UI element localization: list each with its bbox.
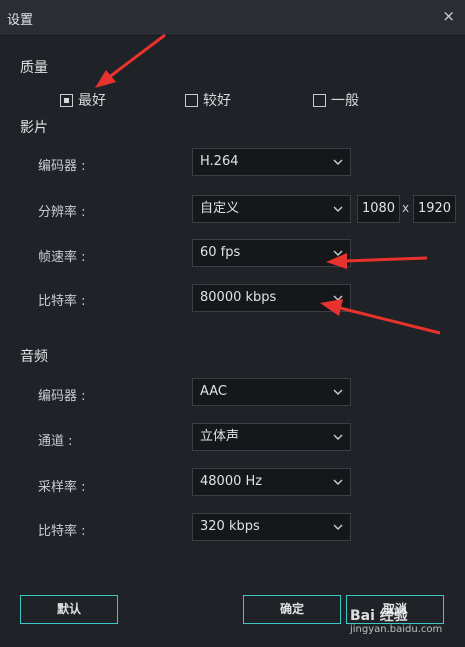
quality-option-label: 较好: [203, 93, 231, 109]
resolution-label: 分辨率 :: [38, 205, 86, 220]
checkbox-icon[interactable]: [185, 93, 198, 107]
watermark-url: jingyan.baidu.com: [350, 624, 443, 635]
chevron-down-icon: [333, 250, 343, 256]
audio-encoder-select[interactable]: AAC: [192, 378, 351, 406]
video-bitrate-select[interactable]: 80000 kbps: [192, 284, 351, 312]
channel-label: 通道 :: [38, 434, 73, 449]
resolution-separator: x: [402, 201, 410, 215]
audio-encoder-label: 编码器 :: [38, 389, 86, 404]
audio-bitrate-label: 比特率 :: [38, 524, 86, 539]
select-value: 自定义: [200, 201, 240, 216]
checkbox-icon[interactable]: [313, 93, 326, 107]
framerate-select[interactable]: 60 fps: [192, 239, 351, 267]
quality-option-label: 最好: [78, 93, 106, 109]
framerate-label: 帧速率 :: [38, 250, 86, 265]
quality-option-normal[interactable]: 一般: [313, 90, 359, 110]
resolution-select[interactable]: 自定义: [192, 195, 351, 223]
chevron-down-icon: [333, 159, 343, 165]
quality-option-good[interactable]: 较好: [185, 90, 231, 110]
quality-option-best[interactable]: 最好: [60, 90, 106, 110]
chevron-down-icon: [333, 295, 343, 301]
title-bar: 设置 ×: [0, 0, 465, 36]
audio-heading: 音频: [20, 349, 48, 365]
select-value: 60 fps: [200, 245, 241, 260]
chevron-down-icon: [333, 479, 343, 485]
video-encoder-label: 编码器 :: [38, 159, 86, 174]
annotation-arrow-icon: [95, 33, 166, 88]
audio-bitrate-select[interactable]: 320 kbps: [192, 513, 351, 541]
close-icon[interactable]: ×: [442, 7, 455, 25]
select-value: 320 kbps: [200, 519, 260, 534]
ok-button[interactable]: 确定: [243, 595, 341, 624]
video-encoder-select[interactable]: H.264: [192, 148, 351, 176]
chevron-down-icon: [333, 389, 343, 395]
select-value: H.264: [200, 154, 239, 169]
quality-option-label: 一般: [331, 93, 359, 109]
select-value: 立体声: [200, 429, 240, 444]
default-button[interactable]: 默认: [20, 595, 118, 624]
chevron-down-icon: [333, 206, 343, 212]
samplerate-select[interactable]: 48000 Hz: [192, 468, 351, 496]
watermark-brand: Bai 经验: [350, 608, 408, 624]
select-value: 80000 kbps: [200, 290, 277, 305]
resolution-width-input[interactable]: 1080: [357, 195, 400, 223]
select-value: 48000 Hz: [200, 474, 263, 489]
resolution-height-input[interactable]: 1920: [413, 195, 456, 223]
video-heading: 影片: [20, 120, 48, 136]
chevron-down-icon: [333, 524, 343, 530]
channel-select[interactable]: 立体声: [192, 423, 351, 451]
checkbox-checked-icon[interactable]: [60, 93, 73, 107]
window-title: 设置: [7, 13, 34, 28]
video-bitrate-label: 比特率 :: [38, 294, 86, 309]
quality-heading: 质量: [20, 60, 48, 76]
samplerate-label: 采样率 :: [38, 480, 86, 495]
chevron-down-icon: [333, 434, 343, 440]
select-value: AAC: [200, 384, 227, 399]
